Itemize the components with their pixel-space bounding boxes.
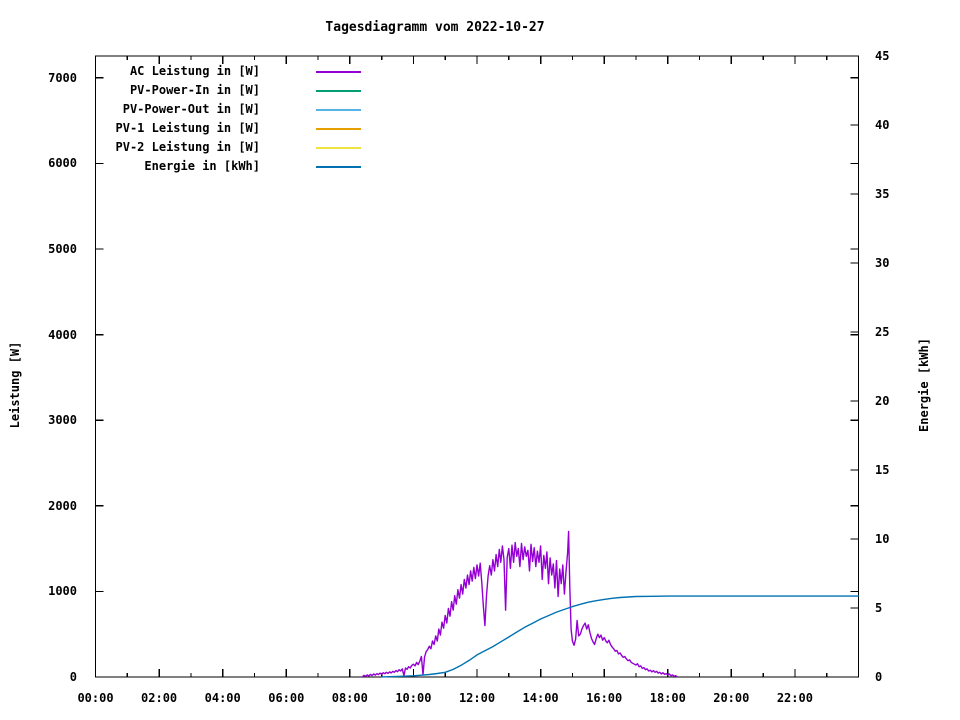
y2-tick-label: 25 [875,325,890,339]
y1-tick-label: 0 [69,670,77,684]
y2-tick-label: 45 [875,49,890,63]
tagesdiagramm-chart: Tagesdiagramm vom 2022-10-27 Leistung [W… [0,0,960,720]
legend-label: PV-Power-In in [W] [129,83,260,97]
x-tick-label: 06:00 [268,691,305,705]
y1-axis-label: Leistung [W] [8,341,22,429]
y2-tick-label: 30 [875,256,890,270]
x-tick-label: 04:00 [204,691,241,705]
y1-tick-label: 2000 [48,498,77,513]
y2-axis-ticks-right [850,55,859,678]
x-axis-ticks-bottom [94,669,860,677]
legend-label: PV-1 Leistung in [W] [115,121,261,135]
x-tick-label: 22:00 [776,691,813,705]
x-tick-label: 18:00 [649,691,686,705]
y1-axis-ticks-right-mirror [850,77,859,678]
x-axis-ticks-top [94,56,860,64]
legend-label: PV-2 Leistung in [W] [115,140,261,154]
x-tick-label: 00:00 [77,691,114,705]
legend-label: AC Leistung in [W] [129,64,260,78]
y1-tick-label: 3000 [48,413,77,428]
y1-tick-label: 6000 [48,156,77,171]
chart-title: Tagesdiagramm vom 2022-10-27 [325,20,545,35]
legend-label: Energie in [kWh] [144,159,260,173]
x-tick-label: 02:00 [141,691,178,705]
y2-tick-label: 0 [875,670,883,684]
series-line-ac-leistung-in-w- [361,530,678,678]
y2-tick-label: 20 [875,394,890,408]
y2-tick-label: 5 [875,601,883,615]
y1-tick-label: 1000 [48,584,77,599]
y1-axis-ticks-left [95,77,104,678]
y1-tick-label: 4000 [48,327,77,342]
y1-tick-label: 7000 [48,70,77,85]
y2-tick-label: 10 [875,532,890,546]
legend-label: PV-Power-Out in [W] [122,102,260,116]
x-tick-label: 16:00 [586,691,623,705]
y2-axis-label: Energie [kWh] [917,338,931,432]
y2-tick-label: 40 [875,118,890,132]
x-tick-label: 14:00 [522,691,559,705]
x-tick-label: 12:00 [458,691,496,705]
y2-tick-label: 15 [875,463,890,477]
y2-tick-label: 35 [875,187,890,201]
x-tick-label: 10:00 [395,691,432,705]
y1-tick-label: 5000 [48,242,77,256]
x-tick-label: 20:00 [713,691,750,705]
x-tick-label: 08:00 [331,691,368,705]
